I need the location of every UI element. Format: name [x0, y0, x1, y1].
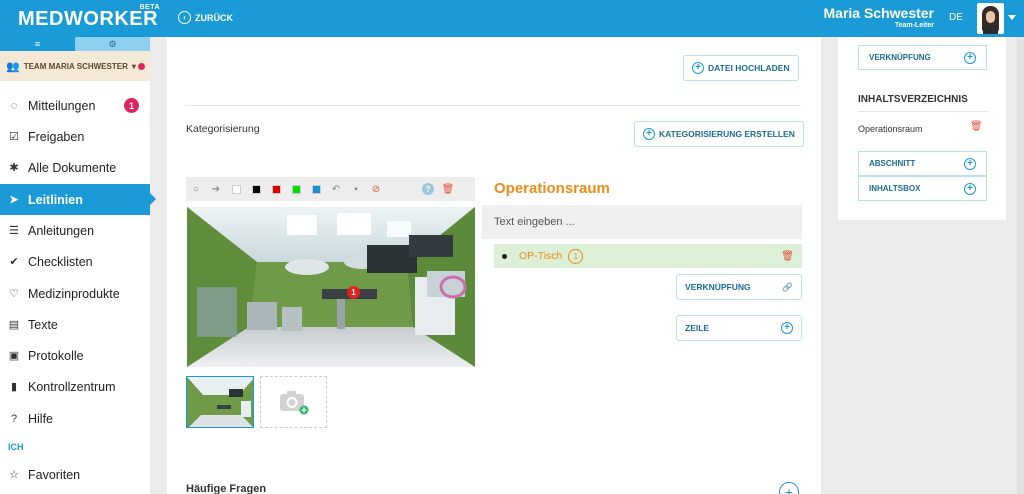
- tab-menu[interactable]: ≡: [0, 37, 75, 51]
- link-button[interactable]: VERKNÜPFUNG +: [858, 45, 987, 70]
- beta-label: BETA: [139, 4, 161, 11]
- checkbox-icon: ☑: [9, 131, 19, 143]
- color-blue-swatch[interactable]: [306, 177, 326, 201]
- trash-icon[interactable]: 🗑: [438, 177, 458, 201]
- add-photo-button[interactable]: [260, 376, 327, 428]
- upload-file-button[interactable]: + DATEI HOCHLADEN: [683, 55, 799, 81]
- operating-room-image[interactable]: 1: [187, 207, 475, 367]
- sidebar-item-anleitungen[interactable]: ☰ Anleitungen: [0, 215, 150, 246]
- user-name[interactable]: Maria Schwester: [824, 5, 935, 21]
- image-annotation-toolbar: ○ ➔ ↶ ▪ ⊘ ? 🗑: [186, 177, 475, 201]
- notification-badge: 1: [124, 98, 139, 113]
- team-selector[interactable]: 👥 TEAM MARIA SCHWESTER ▾: [0, 51, 150, 81]
- list-item-text: OP-Tisch: [519, 250, 563, 262]
- main-content: + DATEI HOCHLADEN Kategorisierung + KATE…: [167, 37, 821, 494]
- sidebar-item-texte[interactable]: ▤ Texte: [0, 309, 150, 340]
- arrow-tool-icon[interactable]: ➔: [206, 177, 226, 201]
- help-icon: ?: [10, 412, 18, 425]
- sidebar-item-favoriten[interactable]: ☆ Favoriten: [0, 459, 150, 490]
- section-title[interactable]: Operationsraum: [494, 180, 610, 197]
- plus-circle-icon: +: [964, 182, 976, 195]
- camera-add-icon: [279, 391, 308, 415]
- chevron-down-icon: ▾: [131, 61, 136, 71]
- user-menu-caret-icon[interactable]: [1008, 15, 1016, 20]
- status-dot: [138, 63, 145, 70]
- color-red-swatch[interactable]: [266, 177, 286, 201]
- divider: [186, 105, 801, 106]
- list-icon: ☰: [9, 225, 19, 237]
- list-item[interactable]: OP-Tisch 1 🗑: [494, 244, 802, 268]
- plus-circle-icon: +: [692, 62, 704, 74]
- menu-icon: ≡: [34, 39, 41, 49]
- tab-settings[interactable]: ⚙: [75, 37, 150, 51]
- row-button[interactable]: ZEILE +: [676, 315, 802, 341]
- infobox-button[interactable]: INHALTSBOX +: [858, 176, 987, 201]
- avatar[interactable]: [977, 3, 1004, 34]
- logo[interactable]: MEDWORKER BETA: [18, 4, 160, 31]
- circle-tool-icon[interactable]: ○: [186, 177, 206, 201]
- plus-circle-icon: +: [964, 157, 976, 170]
- send-icon: ➤: [9, 194, 19, 206]
- plus-circle-icon: +: [781, 322, 793, 334]
- team-icon: 👥: [6, 60, 20, 73]
- sidebar: ≡ ⚙ 👥 TEAM MARIA SCHWESTER ▾ ◌ Mitteilun…: [0, 37, 156, 494]
- right-panel: VERKNÜPFUNG + INHALTSVERZEICHNIS Operati…: [838, 37, 1006, 220]
- sidebar-item-leitlinien[interactable]: ➤ Leitlinien: [0, 184, 156, 215]
- save-icon[interactable]: ▪: [346, 177, 366, 201]
- text-input[interactable]: Text eingeben ...: [482, 205, 802, 239]
- bar-chart-icon: ▮: [10, 381, 18, 393]
- chat-icon: ◌: [10, 99, 18, 112]
- heartbeat-icon: ♡: [9, 288, 19, 300]
- sidebar-item-hilfe[interactable]: ? Hilfe: [0, 403, 150, 434]
- categorization-label: Kategorisierung: [186, 123, 260, 135]
- section-button[interactable]: ABSCHNITT +: [858, 151, 987, 176]
- toc-item[interactable]: Operationsraum: [858, 124, 923, 134]
- image-thumbnail[interactable]: [186, 376, 254, 428]
- sidebar-item-kontrollzentrum[interactable]: ▮ Kontrollzentrum: [0, 371, 150, 402]
- sidebar-item-checklisten[interactable]: ✔ Checklisten: [0, 246, 150, 277]
- scrollbar[interactable]: [1017, 37, 1024, 494]
- marker-count-badge: 1: [568, 248, 584, 264]
- color-white-swatch[interactable]: [226, 177, 246, 201]
- star-icon: ☆: [9, 469, 19, 481]
- link-button[interactable]: VERKNÜPFUNG 🔗: [676, 274, 802, 300]
- color-green-swatch[interactable]: [286, 177, 306, 201]
- bullet-icon: [502, 253, 507, 259]
- check-circle-icon: ✔: [9, 256, 19, 268]
- sidebar-item-mitteilungen[interactable]: ◌ Mitteilungen 1: [0, 90, 150, 121]
- trash-icon[interactable]: 🗑: [970, 121, 983, 132]
- plus-circle-icon: +: [964, 51, 976, 64]
- trash-icon[interactable]: 🗑: [781, 251, 794, 262]
- link-icon: 🔗: [782, 281, 793, 292]
- back-button[interactable]: ‹ ZURÜCK: [178, 11, 233, 24]
- section-label-ich: ICH: [8, 442, 24, 452]
- language-select[interactable]: DE: [949, 12, 963, 23]
- sidebar-item-protokolle[interactable]: ▣ Protokolle: [0, 340, 150, 371]
- toc-title: INHALTSVERZEICHNIS: [858, 94, 968, 105]
- sidebar-item-alle-dokumente[interactable]: ✱ Alle Dokumente: [0, 152, 150, 183]
- add-faq-button[interactable]: +: [779, 482, 799, 494]
- arrow-left-icon: ‹: [178, 11, 191, 24]
- color-black-swatch[interactable]: [246, 177, 266, 201]
- plus-circle-icon: +: [643, 128, 655, 140]
- sidebar-item-freigaben[interactable]: ☑ Freigaben: [0, 121, 150, 152]
- divider: [858, 111, 988, 112]
- top-bar: MEDWORKER BETA ‹ ZURÜCK Maria Schwester …: [0, 0, 1024, 37]
- faq-heading: Häufige Fragen: [186, 483, 267, 494]
- create-categorization-button[interactable]: + KATEGORISIERUNG ERSTELLEN: [634, 121, 804, 147]
- cancel-icon[interactable]: ⊘: [366, 177, 386, 201]
- settings-icon: ⚙: [108, 38, 117, 49]
- help-button[interactable]: ?: [418, 177, 438, 201]
- user-role: Team-Leiter: [894, 22, 934, 29]
- asterisk-icon: ✱: [9, 162, 19, 174]
- annotation-marker[interactable]: 1: [347, 286, 360, 299]
- document-icon: ▤: [8, 319, 20, 331]
- sidebar-item-medizinprodukte[interactable]: ♡ Medizinprodukte: [0, 278, 150, 309]
- undo-icon[interactable]: ↶: [326, 177, 346, 201]
- clipboard-icon: ▣: [8, 350, 20, 362]
